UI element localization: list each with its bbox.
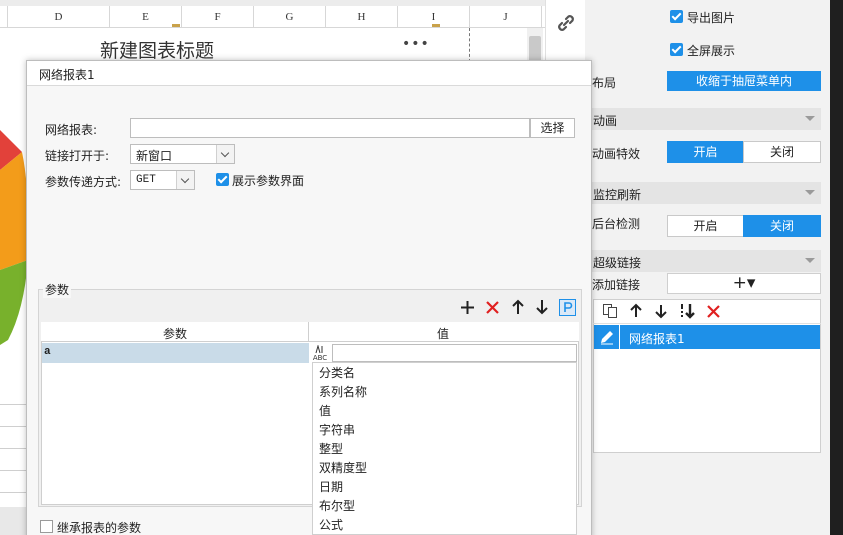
monitor-section-header[interactable]: 监控刷新 bbox=[585, 182, 821, 204]
column-header-f[interactable]: F bbox=[182, 6, 254, 28]
type-option[interactable]: 公式 bbox=[319, 516, 343, 533]
header-value: 值 bbox=[437, 327, 450, 341]
animation-off-button[interactable]: 关闭 bbox=[743, 141, 821, 163]
delete-param-icon[interactable] bbox=[485, 300, 500, 315]
delete-icon[interactable] bbox=[706, 304, 721, 319]
grid-line bbox=[0, 470, 26, 471]
monitor-on-button[interactable]: 开启 bbox=[667, 215, 744, 237]
report-label: 网络报表: bbox=[45, 123, 98, 137]
dialog-title-bar[interactable] bbox=[27, 61, 591, 86]
inherit-params-checkbox[interactable] bbox=[40, 520, 53, 533]
cell-marker bbox=[432, 24, 440, 27]
monitor-off-button[interactable]: 关闭 bbox=[743, 215, 821, 237]
header-divider bbox=[308, 322, 309, 342]
table-row[interactable]: a bbox=[42, 343, 309, 363]
fullscreen-checkbox[interactable] bbox=[670, 43, 683, 56]
fullscreen-label: 全屏展示 bbox=[687, 44, 736, 58]
params-group-label: 参数 bbox=[43, 281, 72, 298]
animation-section-label: 动画 bbox=[593, 114, 618, 128]
link-item[interactable] bbox=[594, 325, 820, 349]
header-param: 参数 bbox=[163, 327, 188, 341]
type-option[interactable]: 布尔型 bbox=[319, 497, 355, 514]
show-params-label: 展示参数界面 bbox=[232, 174, 305, 188]
move-bottom-icon[interactable] bbox=[679, 303, 697, 319]
type-option[interactable]: 系列名称 bbox=[319, 383, 367, 400]
background-check-label: 后台检测 bbox=[592, 217, 641, 231]
value-type-icon-text: ABC bbox=[312, 354, 328, 362]
column-header-h[interactable]: H bbox=[326, 6, 398, 28]
param-method-select[interactable]: GET bbox=[130, 170, 195, 190]
animation-on-button[interactable]: 开启 bbox=[667, 141, 744, 163]
param-method-value: GET bbox=[136, 174, 156, 186]
grid-line bbox=[0, 426, 26, 427]
select-button[interactable]: 选择 bbox=[530, 118, 575, 138]
type-option[interactable]: 分类名 bbox=[319, 364, 355, 381]
collapse-arrow-icon[interactable] bbox=[805, 258, 815, 263]
add-link-button[interactable]: +▾ bbox=[667, 273, 821, 294]
export-image-checkbox[interactable] bbox=[670, 10, 683, 23]
column-header-c[interactable]: C bbox=[0, 6, 8, 28]
copy-icon[interactable] bbox=[602, 303, 618, 319]
type-option[interactable]: 双精度型 bbox=[319, 459, 367, 476]
type-option[interactable]: 整型 bbox=[319, 440, 343, 457]
animation-effect-label: 动画特效 bbox=[592, 147, 641, 161]
add-link-label: 添加链接 bbox=[592, 278, 641, 292]
grid-line bbox=[0, 448, 26, 449]
link-item-label: 网络报表1 bbox=[629, 332, 685, 346]
export-image-label: 导出图片 bbox=[687, 11, 736, 25]
edit-icon[interactable] bbox=[599, 329, 615, 345]
param-name-cell[interactable]: a bbox=[44, 346, 51, 358]
inherit-params-label: 继承报表的参数 bbox=[57, 521, 142, 535]
add-param-icon[interactable] bbox=[460, 300, 475, 315]
collapse-arrow-icon[interactable] bbox=[805, 190, 815, 195]
hyperlink-section-header[interactable]: 超级链接 bbox=[585, 250, 821, 272]
monitor-section-label: 监控刷新 bbox=[593, 188, 642, 202]
report-path-input[interactable] bbox=[130, 118, 530, 138]
chart-more-icon[interactable]: ••• bbox=[402, 36, 430, 52]
move-param-down-icon[interactable] bbox=[535, 299, 549, 315]
grid-line bbox=[0, 492, 26, 493]
column-header-g[interactable]: G bbox=[254, 6, 326, 28]
param-method-label: 参数传递方式: bbox=[45, 175, 122, 189]
move-up-icon[interactable] bbox=[628, 303, 644, 319]
value-type-icon[interactable]: ABC bbox=[309, 343, 331, 363]
params-table-header: 参数 值 bbox=[41, 322, 579, 342]
open-in-label: 链接打开于: bbox=[45, 149, 110, 163]
open-in-value: 新窗口 bbox=[136, 149, 173, 163]
grid-line bbox=[0, 404, 26, 405]
move-down-icon[interactable] bbox=[653, 303, 669, 319]
open-in-select[interactable]: 新窗口 bbox=[130, 144, 235, 164]
panel-edge bbox=[830, 0, 843, 535]
chart-title[interactable]: 新建图表标题 bbox=[100, 36, 260, 63]
dialog-title: 网络报表1 bbox=[39, 68, 95, 82]
param-value-input[interactable] bbox=[332, 344, 577, 362]
link-icon[interactable] bbox=[555, 12, 577, 34]
chevron-down-icon[interactable] bbox=[216, 145, 234, 163]
cell-marker bbox=[172, 24, 180, 27]
animation-section-header[interactable]: 动画 bbox=[585, 108, 821, 130]
hyperlink-section-label: 超级链接 bbox=[593, 256, 642, 270]
move-param-up-icon[interactable] bbox=[511, 299, 525, 315]
show-params-checkbox[interactable] bbox=[216, 173, 229, 186]
column-header-j[interactable]: J bbox=[470, 6, 542, 28]
chevron-down-icon[interactable] bbox=[176, 171, 194, 189]
layout-select[interactable]: 收缩于抽屉菜单内 bbox=[667, 71, 821, 91]
collapse-arrow-icon[interactable] bbox=[805, 116, 815, 121]
type-option[interactable]: 日期 bbox=[319, 478, 343, 495]
column-header-d[interactable]: D bbox=[8, 6, 110, 28]
type-option[interactable]: 字符串 bbox=[319, 421, 355, 438]
parameter-p-icon[interactable] bbox=[559, 299, 576, 316]
column-header: C D E F G H I J bbox=[0, 6, 545, 28]
type-option[interactable]: 值 bbox=[319, 402, 331, 419]
layout-label: 布局 bbox=[592, 76, 617, 90]
